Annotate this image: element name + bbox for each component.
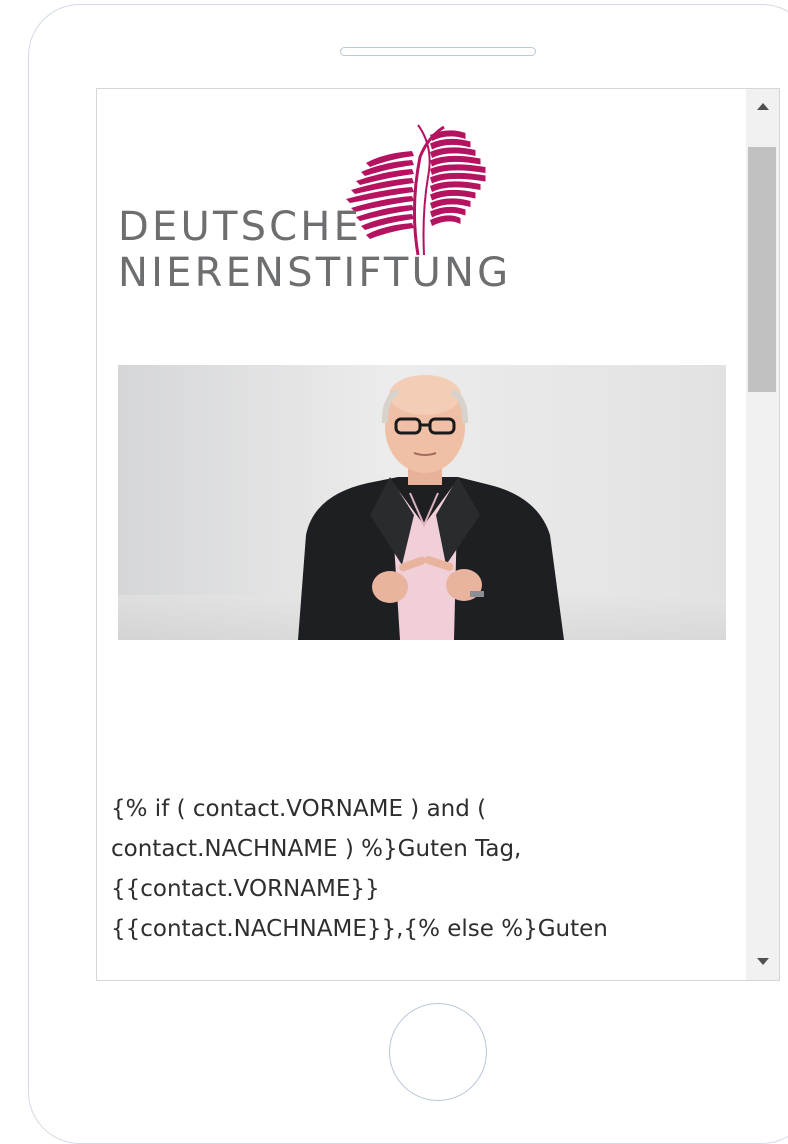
body-line: {% if ( contact.VORNAME ) and ( [111, 796, 487, 822]
scroll-thumb[interactable] [748, 147, 776, 392]
scroll-up-button[interactable] [746, 89, 779, 125]
speaker-slot [340, 47, 536, 56]
kidney-logo-icon [346, 124, 486, 256]
body-line: {{contact.VORNAME}} [111, 876, 380, 902]
deutsche-nierenstiftung-logo: DEUTSCHE NIERENSTIFTUNG [118, 117, 518, 297]
hero-photo [118, 365, 726, 640]
body-line: contact.NACHNAME ) %}Guten Tag, [111, 836, 522, 862]
person-pointing-photo [118, 365, 726, 640]
email-body-text: {% if ( contact.VORNAME ) and ( contact.… [111, 789, 733, 949]
email-content: DEUTSCHE NIERENSTIFTUNG {% if (contact.… [97, 89, 746, 980]
scroll-down-button[interactable] [746, 944, 779, 980]
email-preview-screen: DEUTSCHE NIERENSTIFTUNG {% if (contact.… [96, 88, 780, 981]
phone-frame: DEUTSCHE NIERENSTIFTUNG {% if (contact.… [28, 4, 788, 1144]
logo-text-line1: DEUTSCHE [118, 204, 363, 250]
arrow-up-icon [757, 103, 769, 110]
vertical-scrollbar[interactable] [746, 89, 779, 980]
home-button[interactable] [389, 1003, 487, 1101]
logo-text-line2: NIERENSTIFTUNG [118, 250, 512, 296]
arrow-down-icon [757, 958, 769, 965]
body-line: {{contact.NACHNAME}},{% else %}Guten [111, 916, 608, 942]
